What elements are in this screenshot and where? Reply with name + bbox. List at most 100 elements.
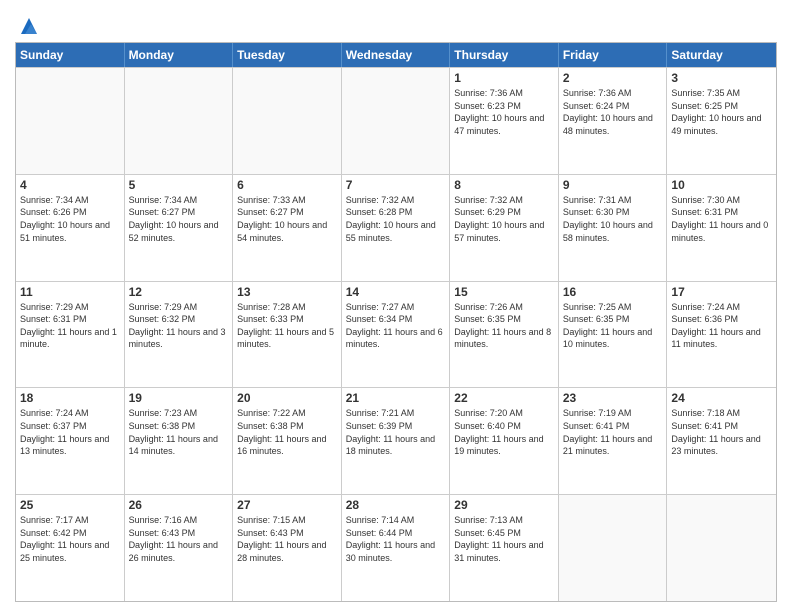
day-number: 5 [129,178,229,192]
sun-info: Sunrise: 7:36 AMSunset: 6:23 PMDaylight:… [454,87,554,137]
header-day-saturday: Saturday [667,43,776,67]
day-cell-9: 9Sunrise: 7:31 AMSunset: 6:30 PMDaylight… [559,175,668,281]
sun-info: Sunrise: 7:32 AMSunset: 6:29 PMDaylight:… [454,194,554,244]
day-cell-27: 27 Sunrise: 7:15 AMSunset: 6:43 PMDayligh… [233,495,342,601]
empty-cell [16,68,125,174]
sun-info: Sunrise: 7:19 AMSunset: 6:41 PMDaylight:… [563,407,663,457]
sun-info: Sunrise: 7:24 AMSunset: 6:36 PMDaylight:… [671,301,772,351]
day-number: 27 [237,498,337,512]
day-cell-1: 1Sunrise: 7:36 AMSunset: 6:23 PMDaylight… [450,68,559,174]
day-cell-21: 21 Sunrise: 7:21 AMSunset: 6:39 PMDayligh… [342,388,451,494]
day-cell-15: 15 Sunrise: 7:26 AMSunset: 6:35 PMDayligh… [450,282,559,388]
day-number: 18 [20,391,120,405]
day-cell-13: 13 Sunrise: 7:28 AMSunset: 6:33 PMDayligh… [233,282,342,388]
sun-info: Sunrise: 7:36 AMSunset: 6:24 PMDaylight:… [563,87,663,137]
day-cell-5: 5Sunrise: 7:34 AMSunset: 6:27 PMDaylight… [125,175,234,281]
day-cell-20: 20 Sunrise: 7:22 AMSunset: 6:38 PMDayligh… [233,388,342,494]
day-cell-25: 25 Sunrise: 7:17 AMSunset: 6:42 PMDayligh… [16,495,125,601]
calendar-header: SundayMondayTuesdayWednesdayThursdayFrid… [16,43,776,67]
day-cell-18: 18 Sunrise: 7:24 AMSunset: 6:37 PMDayligh… [16,388,125,494]
logo-icon [19,16,39,36]
empty-cell [667,495,776,601]
day-number: 17 [671,285,772,299]
day-cell-14: 14Sunrise: 7:27 AMSunset: 6:34 PMDayligh… [342,282,451,388]
day-cell-10: 10 Sunrise: 7:30 AMSunset: 6:31 PMDayligh… [667,175,776,281]
day-number: 10 [671,178,772,192]
empty-cell [559,495,668,601]
empty-cell [342,68,451,174]
day-cell-3: 3 Sunrise: 7:35 AMSunset: 6:25 PMDaylight… [667,68,776,174]
sun-info: Sunrise: 7:16 AMSunset: 6:43 PMDaylight:… [129,514,229,564]
day-number: 19 [129,391,229,405]
logo [15,14,39,36]
day-cell-2: 2 Sunrise: 7:36 AMSunset: 6:24 PMDaylight… [559,68,668,174]
day-cell-19: 19 Sunrise: 7:23 AMSunset: 6:38 PMDayligh… [125,388,234,494]
day-number: 13 [237,285,337,299]
day-cell-8: 8 Sunrise: 7:32 AMSunset: 6:29 PMDaylight… [450,175,559,281]
calendar-week-0: 1Sunrise: 7:36 AMSunset: 6:23 PMDaylight… [16,67,776,174]
sun-info: Sunrise: 7:29 AMSunset: 6:31 PMDaylight:… [20,301,120,351]
sun-info: Sunrise: 7:26 AMSunset: 6:35 PMDaylight:… [454,301,554,351]
day-number: 8 [454,178,554,192]
day-cell-6: 6 Sunrise: 7:33 AMSunset: 6:27 PMDaylight… [233,175,342,281]
day-cell-7: 7Sunrise: 7:32 AMSunset: 6:28 PMDaylight… [342,175,451,281]
header-day-wednesday: Wednesday [342,43,451,67]
calendar-week-3: 18 Sunrise: 7:24 AMSunset: 6:37 PMDayligh… [16,387,776,494]
day-cell-28: 28 Sunrise: 7:14 AMSunset: 6:44 PMDayligh… [342,495,451,601]
day-number: 25 [20,498,120,512]
page: SundayMondayTuesdayWednesdayThursdayFrid… [0,0,792,612]
day-number: 26 [129,498,229,512]
day-number: 29 [454,498,554,512]
sun-info: Sunrise: 7:29 AMSunset: 6:32 PMDaylight:… [129,301,229,351]
day-cell-29: 29Sunrise: 7:13 AMSunset: 6:45 PMDayligh… [450,495,559,601]
day-number: 9 [563,178,663,192]
sun-info: Sunrise: 7:24 AMSunset: 6:37 PMDaylight:… [20,407,120,457]
day-number: 11 [20,285,120,299]
calendar-body: 1Sunrise: 7:36 AMSunset: 6:23 PMDaylight… [16,67,776,601]
sun-info: Sunrise: 7:20 AMSunset: 6:40 PMDaylight:… [454,407,554,457]
sun-info: Sunrise: 7:21 AMSunset: 6:39 PMDaylight:… [346,407,446,457]
calendar: SundayMondayTuesdayWednesdayThursdayFrid… [15,42,777,602]
day-number: 6 [237,178,337,192]
empty-cell [125,68,234,174]
day-number: 4 [20,178,120,192]
sun-info: Sunrise: 7:22 AMSunset: 6:38 PMDaylight:… [237,407,337,457]
header-day-friday: Friday [559,43,668,67]
sun-info: Sunrise: 7:18 AMSunset: 6:41 PMDaylight:… [671,407,772,457]
day-cell-11: 11 Sunrise: 7:29 AMSunset: 6:31 PMDayligh… [16,282,125,388]
sun-info: Sunrise: 7:35 AMSunset: 6:25 PMDaylight:… [671,87,772,137]
day-number: 21 [346,391,446,405]
day-cell-16: 16 Sunrise: 7:25 AMSunset: 6:35 PMDayligh… [559,282,668,388]
sun-info: Sunrise: 7:15 AMSunset: 6:43 PMDaylight:… [237,514,337,564]
day-number: 12 [129,285,229,299]
header [15,10,777,36]
day-number: 28 [346,498,446,512]
day-number: 24 [671,391,772,405]
day-cell-24: 24 Sunrise: 7:18 AMSunset: 6:41 PMDayligh… [667,388,776,494]
header-day-tuesday: Tuesday [233,43,342,67]
day-cell-17: 17 Sunrise: 7:24 AMSunset: 6:36 PMDayligh… [667,282,776,388]
day-cell-12: 12 Sunrise: 7:29 AMSunset: 6:32 PMDayligh… [125,282,234,388]
sun-info: Sunrise: 7:25 AMSunset: 6:35 PMDaylight:… [563,301,663,351]
day-number: 20 [237,391,337,405]
sun-info: Sunrise: 7:23 AMSunset: 6:38 PMDaylight:… [129,407,229,457]
calendar-week-1: 4 Sunrise: 7:34 AMSunset: 6:26 PMDaylight… [16,174,776,281]
day-cell-4: 4 Sunrise: 7:34 AMSunset: 6:26 PMDaylight… [16,175,125,281]
sun-info: Sunrise: 7:28 AMSunset: 6:33 PMDaylight:… [237,301,337,351]
sun-info: Sunrise: 7:33 AMSunset: 6:27 PMDaylight:… [237,194,337,244]
day-number: 2 [563,71,663,85]
day-cell-22: 22Sunrise: 7:20 AMSunset: 6:40 PMDayligh… [450,388,559,494]
sun-info: Sunrise: 7:27 AMSunset: 6:34 PMDaylight:… [346,301,446,351]
calendar-week-4: 25 Sunrise: 7:17 AMSunset: 6:42 PMDayligh… [16,494,776,601]
sun-info: Sunrise: 7:34 AMSunset: 6:26 PMDaylight:… [20,194,120,244]
sun-info: Sunrise: 7:30 AMSunset: 6:31 PMDaylight:… [671,194,772,244]
day-number: 3 [671,71,772,85]
sun-info: Sunrise: 7:14 AMSunset: 6:44 PMDaylight:… [346,514,446,564]
day-number: 15 [454,285,554,299]
day-number: 23 [563,391,663,405]
header-day-sunday: Sunday [16,43,125,67]
header-day-monday: Monday [125,43,234,67]
sun-info: Sunrise: 7:17 AMSunset: 6:42 PMDaylight:… [20,514,120,564]
empty-cell [233,68,342,174]
day-number: 16 [563,285,663,299]
